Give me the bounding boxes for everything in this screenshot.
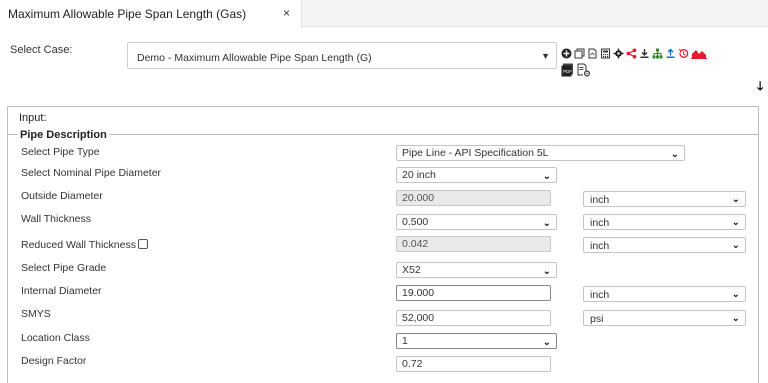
reduced-wall-thickness-text: Reduced Wall Thickness [21,239,136,251]
chevron-down-icon: ⌄ [542,266,551,277]
hierarchy-icon[interactable] [652,48,663,59]
outside-diameter-field: 20.000 [396,190,551,206]
copy-icon[interactable] [574,48,585,59]
wall-thickness-label: Wall Thickness [21,213,92,225]
chevron-down-icon: ⌄ [670,149,679,160]
pipe-grade-value: X52 [402,264,421,276]
chevron-down-icon: ⌄ [542,218,551,229]
chevron-down-icon: ⌄ [731,313,740,324]
case-select-value: Demo - Maximum Allowable Pipe Span Lengt… [137,52,372,64]
smys-input[interactable]: 52,000 [396,310,551,326]
pipe-type-value: Pipe Line - API Specification 5L [402,147,549,159]
nominal-diameter-value: 20 inch [402,169,436,181]
reduced-wall-thickness-unit-select[interactable]: inch ⌄ [583,237,746,253]
wall-thickness-unit: inch [590,217,610,229]
reduced-wall-thickness-label: Reduced Wall Thickness [21,239,148,251]
close-icon[interactable]: × [283,6,290,20]
smys-unit: psi [590,313,604,325]
internal-diameter-unit: inch [590,289,610,301]
design-factor-label: Design Factor [21,355,87,367]
chevron-down-icon: ⌄ [731,194,740,205]
select-case-label: Select Case: [10,44,73,56]
reduced-wall-thickness-checkbox[interactable] [137,239,148,249]
wall-thickness-select[interactable]: 0.500 ⌄ [396,214,557,230]
document-settings-icon[interactable] [577,63,591,77]
tab-bar: Maximum Allowable Pipe Span Length (Gas)… [0,0,768,28]
chevron-down-icon: ▼ [541,51,550,61]
tab-title: Maximum Allowable Pipe Span Length (Gas) [8,7,247,21]
pipe-description-legend: Pipe Description [18,129,109,141]
pdf-icon[interactable] [587,48,598,59]
upload-icon[interactable] [665,48,676,59]
chart-icon[interactable] [691,48,707,59]
wall-thickness-value: 0.500 [402,216,429,228]
scroll-down-arrow-icon[interactable]: 🡓 [757,77,763,98]
pipe-grade-label: Select Pipe Grade [21,262,107,274]
chevron-down-icon: ⌄ [731,240,740,251]
internal-diameter-label: Internal Diameter [21,285,102,297]
chevron-down-icon: ⌄ [731,217,740,228]
input-legend: Input: [17,112,49,124]
chevron-down-icon: ⌄ [542,171,551,182]
pipe-grade-select[interactable]: X52 ⌄ [396,262,557,278]
add-circle-icon[interactable] [561,48,572,59]
smys-label: SMYS [21,308,51,320]
outside-diameter-label: Outside Diameter [21,190,103,202]
chevron-down-icon: ⌄ [542,337,551,348]
wall-thickness-unit-select[interactable]: inch ⌄ [583,214,746,230]
pipe-type-label: Select Pipe Type [21,146,100,158]
case-select[interactable]: Demo - Maximum Allowable Pipe Span Lengt… [127,42,557,69]
toolbar-row-2: PDF [561,63,591,77]
outside-diameter-value: 20.000 [402,192,435,204]
toolbar [561,46,709,60]
tab-pipe-span-gas[interactable]: Maximum Allowable Pipe Span Length (Gas)… [0,0,302,28]
calculator-icon[interactable] [600,48,611,59]
share-icon[interactable] [626,48,637,59]
history-icon[interactable] [678,48,689,59]
outside-diameter-unit: inch [590,194,610,206]
internal-diameter-unit-select[interactable]: inch ⌄ [583,286,746,302]
outside-diameter-unit-select[interactable]: inch ⌄ [583,191,746,207]
reduced-wall-thickness-field: 0.042 [396,236,551,252]
location-class-select[interactable]: 1 ⌄ [396,333,557,349]
internal-diameter-input[interactable]: 19.000 [396,285,551,301]
chevron-down-icon: ⌄ [731,289,740,300]
design-factor-value: 0.72 [402,358,423,370]
internal-diameter-value: 19.000 [402,287,435,299]
svg-text:PDF: PDF [563,69,572,74]
nominal-diameter-label: Select Nominal Pipe Diameter [21,167,162,179]
smys-unit-select[interactable]: psi ⌄ [583,310,746,326]
location-class-label: Location Class [21,332,90,344]
reduced-wall-thickness-unit: inch [590,240,610,252]
location-class-value: 1 [402,335,408,347]
smys-value: 52,000 [402,312,435,324]
nominal-diameter-select[interactable]: 20 inch ⌄ [396,167,557,183]
download-icon[interactable] [639,48,650,59]
reduced-wall-thickness-value: 0.042 [402,238,429,250]
design-factor-input[interactable]: 0.72 [396,356,551,372]
pdf-report-icon[interactable]: PDF [561,63,574,77]
pipe-type-select[interactable]: Pipe Line - API Specification 5L ⌄ [396,145,685,161]
settings-icon[interactable] [613,48,624,59]
